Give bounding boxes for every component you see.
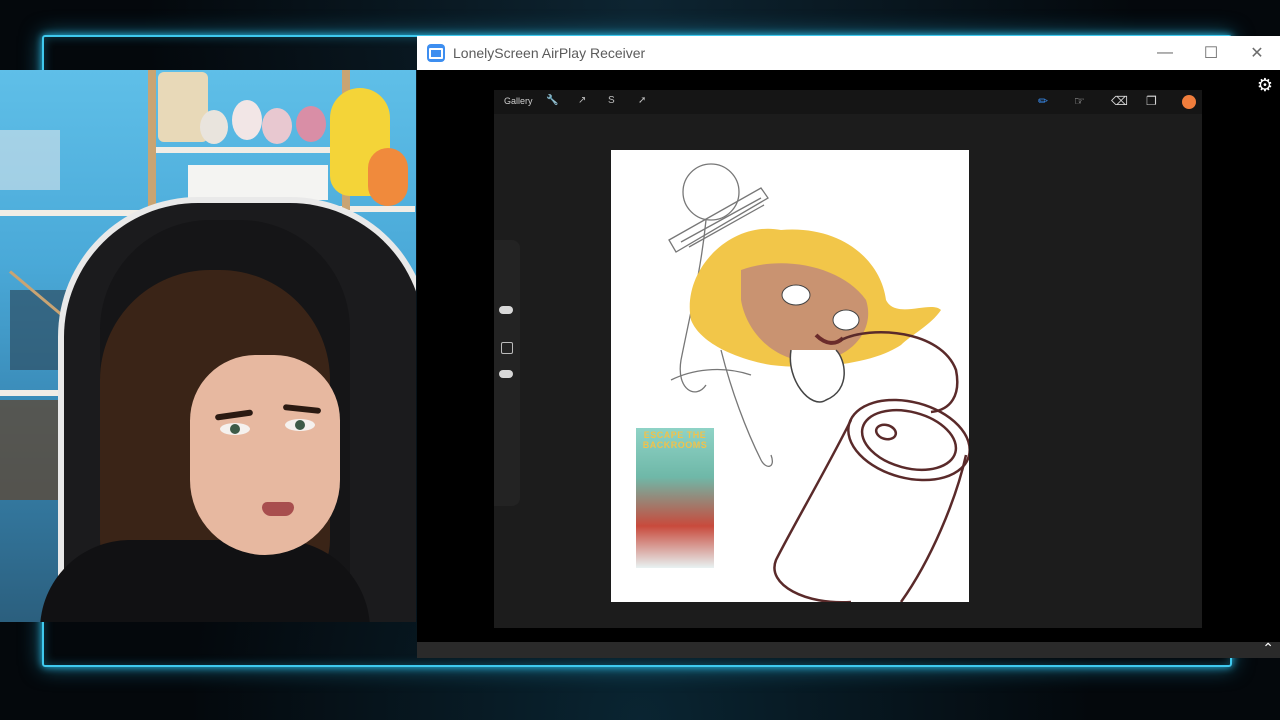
smudge-icon[interactable]: ☞ xyxy=(1074,94,1085,108)
eraser-icon[interactable]: ⌫ xyxy=(1111,94,1128,108)
plush-toy xyxy=(200,110,228,144)
color-picker[interactable] xyxy=(1182,95,1196,109)
storage-drawers xyxy=(188,165,328,200)
wrench-icon[interactable]: 🔧 xyxy=(546,95,558,106)
craft-supplies xyxy=(0,130,60,190)
webcam-feed xyxy=(0,70,416,622)
procreate-toolbar: Gallery 🔧 ↗ S ➚ ✏ ☞ ⌫ ❐ xyxy=(494,90,1202,114)
plush-toy xyxy=(262,108,292,144)
close-icon[interactable]: ✕ xyxy=(1234,36,1280,70)
shelf xyxy=(155,147,345,153)
drawing-canvas[interactable]: ESCAPE THE BACKROOMS xyxy=(611,150,969,602)
eye xyxy=(220,423,250,435)
books xyxy=(0,400,60,500)
minimize-icon[interactable]: — xyxy=(1142,36,1188,70)
window-title: LonelyScreen AirPlay Receiver xyxy=(453,45,646,61)
transform-icon[interactable]: ➚ xyxy=(638,95,646,106)
charmander-figure xyxy=(368,148,408,206)
window-bottom-bar xyxy=(417,642,1280,658)
gallery-button[interactable]: Gallery xyxy=(504,96,533,106)
chevron-up-icon[interactable]: ⌃ xyxy=(1262,640,1274,657)
reference-poster: ESCAPE THE BACKROOMS xyxy=(636,428,714,568)
opacity-knob[interactable] xyxy=(499,370,513,378)
airplay-app-icon xyxy=(427,44,445,62)
plush-toy xyxy=(296,106,326,142)
brush-size-sidebar[interactable] xyxy=(494,240,520,506)
plush-toy xyxy=(232,100,262,140)
maximize-icon[interactable]: ☐ xyxy=(1188,36,1234,70)
procreate-screen: Gallery 🔧 ↗ S ➚ ✏ ☞ ⌫ ❐ ESCAPE THE BACKR… xyxy=(494,90,1202,628)
gear-icon[interactable]: ⚙ xyxy=(1256,76,1274,94)
brush-size-knob[interactable] xyxy=(499,306,513,314)
mouth xyxy=(262,502,294,516)
poster-title: ESCAPE THE BACKROOMS xyxy=(642,430,708,450)
window-titlebar[interactable]: LonelyScreen AirPlay Receiver — ☐ ✕ xyxy=(417,36,1280,70)
airplay-receiver-window: LonelyScreen AirPlay Receiver — ☐ ✕ ⚙ Ga… xyxy=(417,36,1280,658)
eyedropper-button[interactable] xyxy=(501,342,513,354)
eye xyxy=(285,419,315,431)
brush-icon[interactable]: ✏ xyxy=(1038,94,1048,108)
face xyxy=(190,355,340,555)
black-shirt xyxy=(40,540,370,622)
layers-icon[interactable]: ❐ xyxy=(1146,94,1157,108)
selection-icon[interactable]: S xyxy=(608,95,615,106)
magic-wand-icon[interactable]: ↗ xyxy=(578,95,586,106)
